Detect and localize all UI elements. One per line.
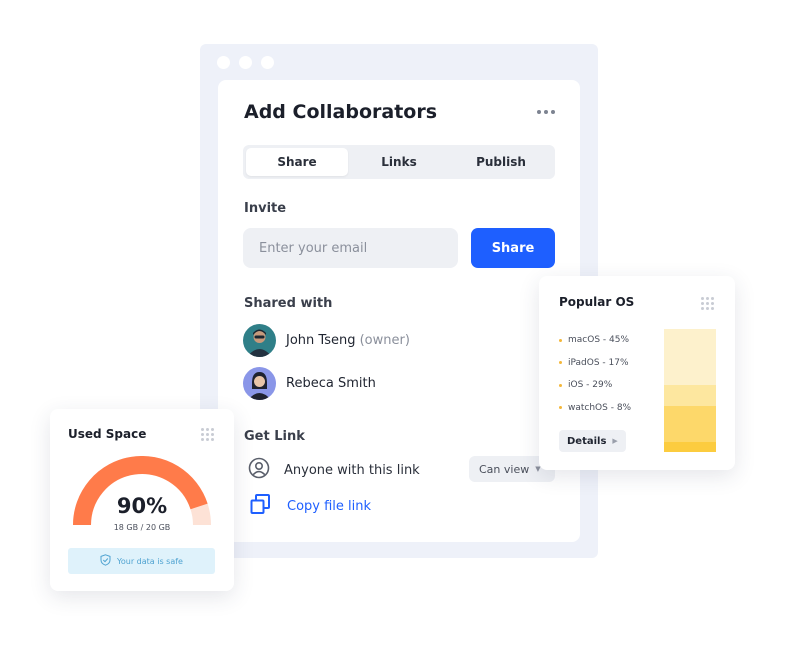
get-link-label: Get Link [244, 429, 305, 444]
permission-value: Can view [479, 462, 530, 476]
drag-handle-icon[interactable] [701, 297, 714, 310]
os-legend: macOS - 45% iPadOS - 17% iOS - 29% watch… [559, 329, 631, 419]
popular-os-card: Popular OS macOS - 45% iPadOS - 17% iOS … [539, 276, 735, 470]
legend-item: iPadOS - 17% [559, 352, 631, 375]
collaborator-row: Rebeca Smith [243, 367, 376, 400]
user-circle-icon [248, 457, 270, 483]
copy-link-button[interactable]: Copy file link [250, 494, 371, 519]
owner-tag: (owner) [359, 333, 410, 348]
os-bar-segment [664, 384, 716, 407]
email-input[interactable] [243, 228, 458, 268]
window-dot[interactable] [261, 56, 274, 69]
card-title: Used Space [68, 427, 147, 441]
window-controls [217, 56, 274, 69]
shield-check-icon [100, 554, 111, 568]
collaborator-name: Rebeca Smith [286, 376, 376, 391]
bullet-icon [559, 383, 562, 387]
usage-amount: 18 GB / 20 GB [113, 523, 171, 532]
invite-label: Invite [244, 201, 287, 216]
legend-item: watchOS - 8% [559, 397, 631, 420]
os-stacked-bar [664, 329, 716, 452]
status-badge: Your data is safe [68, 548, 215, 574]
card-title: Popular OS [559, 295, 635, 309]
avatar [243, 367, 276, 400]
link-access-text: Anyone with this link [284, 462, 420, 478]
shared-with-label: Shared with [244, 296, 333, 311]
tab-publish[interactable]: Publish [450, 148, 552, 176]
share-button[interactable]: Share [471, 228, 555, 268]
collaborator-name: John Tseng (owner) [286, 333, 410, 348]
legend-item: iOS - 29% [559, 374, 631, 397]
os-bar-segment [664, 442, 716, 452]
panel-title: Add Collaborators [244, 101, 438, 123]
os-bar-segment [664, 406, 716, 443]
chevron-right-icon: ▶ [612, 437, 618, 445]
tab-bar: Share Links Publish [243, 145, 555, 179]
window-dot[interactable] [217, 56, 230, 69]
collaborator-row: John Tseng (owner) [243, 324, 410, 357]
link-access-row: Anyone with this link [248, 457, 420, 483]
bullet-icon [559, 361, 562, 365]
legend-item: macOS - 45% [559, 329, 631, 352]
tab-links[interactable]: Links [348, 148, 450, 176]
copy-link-text: Copy file link [287, 499, 372, 514]
avatar [243, 324, 276, 357]
status-text: Your data is safe [117, 556, 183, 566]
usage-percent: 90% [116, 494, 168, 518]
bullet-icon [559, 338, 562, 342]
more-options-icon[interactable] [535, 108, 557, 116]
drag-handle-icon[interactable] [201, 428, 214, 441]
bullet-icon [559, 406, 562, 410]
os-bar-segment [664, 329, 716, 385]
tab-share[interactable]: Share [246, 148, 348, 176]
copy-icon [250, 494, 271, 519]
details-button[interactable]: Details ▶ [559, 430, 626, 452]
used-space-card: Used Space 90% 18 GB / 20 GB Your data i… [50, 409, 234, 591]
window-dot[interactable] [239, 56, 252, 69]
collaborators-panel: Add Collaborators Share Links Publish In… [218, 80, 580, 542]
